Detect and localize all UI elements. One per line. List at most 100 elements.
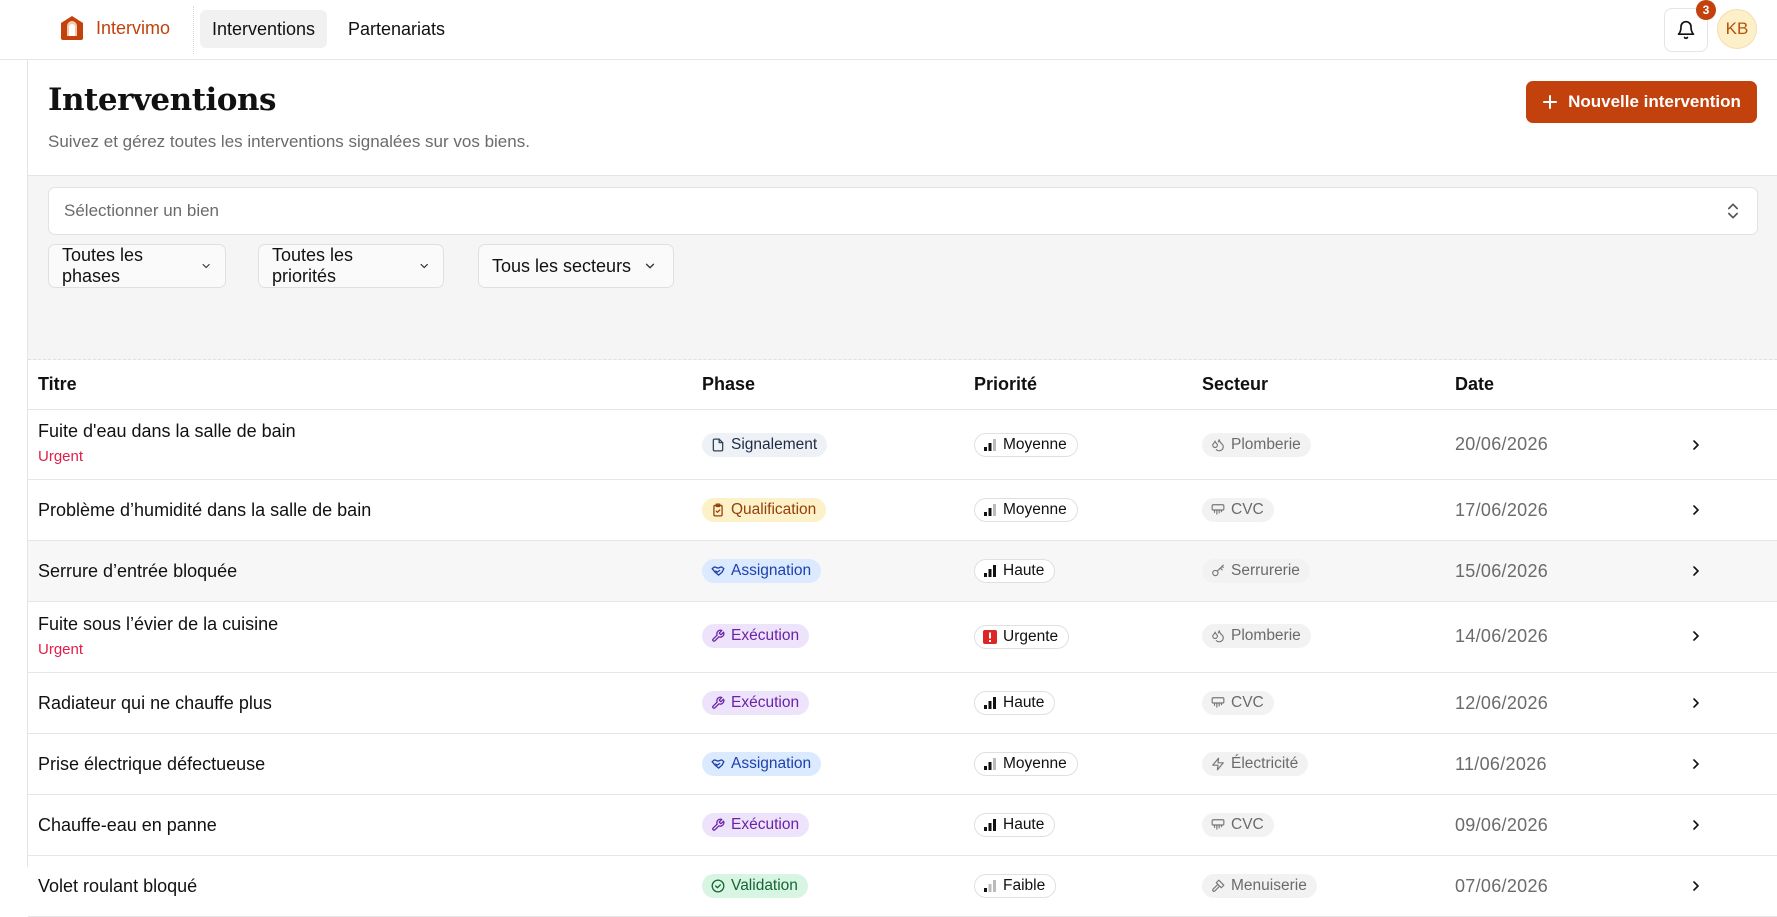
signal-bars-high-icon (984, 697, 996, 709)
row-date: 07/06/2026 (1455, 876, 1549, 896)
chevron-right-icon (1693, 440, 1699, 450)
phase-filter-label: Toutes les phases (62, 245, 144, 286)
zap-icon (1212, 757, 1224, 771)
sector-badge: Menuiserie (1202, 874, 1317, 898)
property-select-placeholder: Sélectionner un bien (64, 201, 220, 220)
table-row[interactable]: Serrure d’entrée bloquée Assignation Hau… (28, 541, 1777, 602)
table-row[interactable]: Prise électrique défectueuse Assignation… (28, 734, 1777, 795)
chevron-right-icon (1693, 759, 1699, 769)
page-title: Interventions (48, 82, 276, 118)
signal-bars-high-icon (984, 819, 996, 831)
column-date: Date (1455, 374, 1495, 394)
bell-icon (1677, 20, 1695, 40)
air-vent-icon (1211, 504, 1225, 515)
chevron-down-icon (420, 263, 428, 269)
priority-badge: Moyenne (974, 433, 1078, 457)
row-date: 20/06/2026 (1455, 434, 1549, 454)
sector-label: CVC (1231, 816, 1264, 833)
phase-badge: Assignation (702, 752, 822, 776)
row-title: Problème d’humidité dans la salle de bai… (38, 500, 372, 520)
row-title: Volet roulant bloqué (38, 876, 198, 896)
property-select[interactable]: Sélectionner un bien (48, 187, 1758, 235)
chevron-down-icon (645, 263, 655, 269)
notification-count-badge: 3 (1696, 0, 1716, 20)
column-phase: Phase (702, 374, 756, 394)
column-priority: Priorité (974, 374, 1038, 394)
handshake-icon (711, 566, 725, 576)
signal-bars-medium-icon (984, 758, 996, 770)
user-avatar[interactable]: KB (1717, 9, 1757, 49)
new-intervention-button[interactable]: Nouvelle intervention (1526, 81, 1757, 123)
phase-label: Exécution (731, 816, 800, 833)
sector-label: Serrurerie (1231, 562, 1300, 579)
alert-square-icon (983, 630, 997, 644)
column-sector: Secteur (1202, 374, 1269, 394)
chevron-down-icon (202, 263, 210, 269)
table-row[interactable]: Fuite sous l’évier de la cuisine Urgent … (28, 602, 1777, 673)
brand-link[interactable]: Intervimo (58, 14, 170, 42)
clipboard-check-icon (713, 503, 723, 517)
chevron-right-icon (1693, 631, 1699, 641)
row-date: 17/06/2026 (1455, 500, 1549, 520)
wrench-icon (712, 818, 725, 831)
phase-label: Exécution (731, 627, 800, 644)
priority-label: Faible (1003, 877, 1046, 894)
row-date: 11/06/2026 (1455, 754, 1547, 774)
left-rail (0, 60, 28, 867)
page-header: Interventions Suivez et gérez toutes les… (28, 60, 1777, 176)
row-title: Chauffe-eau en panne (38, 815, 217, 835)
chevron-right-icon (1693, 881, 1699, 891)
sector-badge: CVC (1202, 813, 1274, 837)
sector-badge: CVC (1202, 691, 1274, 715)
row-date: 14/06/2026 (1455, 626, 1549, 646)
priority-label: Haute (1003, 562, 1045, 579)
phase-badge: Exécution (702, 813, 810, 837)
nav-divider (193, 6, 194, 54)
signal-bars-high-icon (984, 565, 996, 577)
phase-badge: Qualification (702, 498, 827, 522)
phase-filter[interactable]: Toutes les phases (48, 244, 226, 288)
priority-badge: Haute (974, 559, 1056, 583)
priority-label: Haute (1003, 816, 1045, 833)
priority-badge: Faible (974, 874, 1057, 898)
table-row[interactable]: Chauffe-eau en panne Exécution Haute CVC… (28, 795, 1777, 856)
sector-filter-label: Tous les secteurs (492, 255, 632, 276)
house-logo-icon (61, 16, 83, 40)
table-row[interactable]: Radiateur qui ne chauffe plus Exécution … (28, 673, 1777, 734)
signal-bars-low-icon (984, 880, 996, 892)
droplets-icon (1212, 439, 1224, 452)
phase-label: Assignation (731, 562, 812, 579)
phase-badge: Assignation (702, 559, 822, 583)
priority-label: Moyenne (1003, 755, 1067, 772)
top-navigation: Intervimo Interventions Partenariats 3 K… (0, 0, 1777, 60)
column-title: Titre (38, 374, 77, 394)
tab-partenariats[interactable]: Partenariats (336, 10, 457, 48)
priority-badge: Moyenne (974, 498, 1078, 522)
priority-badge: Urgente (974, 625, 1070, 649)
priority-badge: Haute (974, 813, 1056, 837)
key-icon (1212, 564, 1224, 577)
phase-label: Validation (731, 877, 798, 894)
tab-interventions[interactable]: Interventions (200, 10, 328, 48)
droplets-icon (1212, 630, 1224, 643)
page-subtitle: Suivez et gérez toutes les interventions… (48, 132, 530, 151)
sector-label: Électricité (1231, 755, 1299, 772)
table-row[interactable]: Fuite d'eau dans la salle de bain Urgent… (28, 410, 1777, 480)
phase-badge: Signalement (702, 433, 828, 457)
phase-badge: Validation (702, 874, 808, 898)
new-intervention-label: Nouvelle intervention (1568, 92, 1741, 111)
priority-filter[interactable]: Toutes les priorités (258, 244, 444, 288)
table-row[interactable]: Problème d’humidité dans la salle de bai… (28, 480, 1777, 541)
signal-bars-medium-icon (984, 504, 996, 516)
sector-filter[interactable]: Tous les secteurs (478, 244, 674, 288)
row-title: Fuite sous l’évier de la cuisine (38, 614, 279, 634)
row-title: Prise électrique défectueuse (38, 754, 266, 774)
phase-badge: Exécution (702, 624, 810, 648)
priority-filter-label: Toutes les priorités (272, 245, 354, 286)
app-name: Intervimo (96, 17, 171, 38)
sector-badge: CVC (1202, 498, 1274, 522)
air-vent-icon (1211, 697, 1225, 708)
wrench-icon (712, 629, 725, 642)
table-row[interactable]: Volet roulant bloqué Validation Faible M… (28, 856, 1777, 917)
phase-label: Qualification (731, 501, 817, 518)
